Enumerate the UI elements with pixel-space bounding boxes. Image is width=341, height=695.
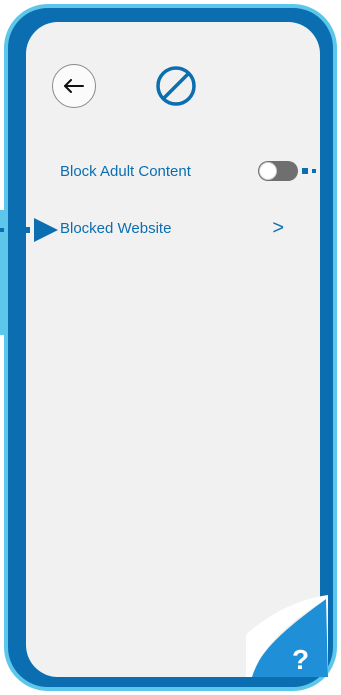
help-button[interactable]: ? bbox=[246, 595, 328, 677]
chevron-right-icon: > bbox=[272, 216, 284, 239]
block-adult-content-row: Block Adult Content bbox=[60, 160, 298, 182]
blocked-website-row[interactable]: Blocked Website > bbox=[60, 217, 298, 239]
arrow-pointer-icon bbox=[0, 218, 58, 242]
help-icon: ? bbox=[292, 644, 309, 675]
toggle-knob bbox=[259, 162, 277, 180]
blocked-website-label: Blocked Website bbox=[60, 219, 172, 237]
phone-screen: Block Adult Content Blocked Website > bbox=[26, 22, 320, 677]
dotted-pointer-icon bbox=[302, 168, 332, 174]
block-adult-content-toggle[interactable] bbox=[258, 161, 298, 181]
block-adult-content-label: Block Adult Content bbox=[60, 162, 191, 180]
app-stage: Block Adult Content Blocked Website > ? bbox=[0, 0, 341, 695]
back-button[interactable] bbox=[52, 64, 96, 108]
block-icon bbox=[156, 66, 196, 106]
arrow-left-icon bbox=[64, 79, 84, 93]
